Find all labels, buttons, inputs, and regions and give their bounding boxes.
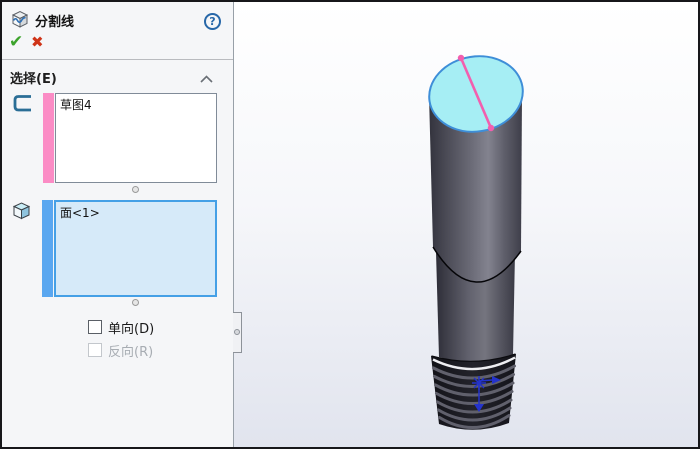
cube-face-icon (10, 199, 33, 222)
ok-button[interactable]: ✔ (9, 32, 23, 52)
sketch-selection-color-bar (43, 93, 54, 183)
chevron-up-icon[interactable] (200, 75, 213, 84)
single-direction-checkbox[interactable] (88, 320, 102, 334)
checkbox-label: 反向(R) (108, 341, 153, 360)
single-direction-option[interactable]: 单向(D) (88, 319, 154, 335)
graphics-viewport[interactable] (234, 2, 698, 447)
cancel-button[interactable]: ✖ (31, 33, 44, 51)
sketch-endpoint[interactable] (488, 125, 494, 131)
checkbox-label: 单向(D) (108, 318, 154, 337)
divider (2, 59, 233, 60)
face-selection-color-bar (42, 200, 53, 297)
splitter-dot-icon (234, 329, 240, 335)
listbox-resize-handle[interactable] (132, 186, 139, 193)
selection-section-label: 选择(E) (10, 68, 57, 87)
face-selection-listbox[interactable]: 面<1> (54, 200, 217, 297)
panel-splitter-handle[interactable] (233, 312, 242, 353)
sketch-endpoint[interactable] (458, 55, 464, 61)
list-item[interactable]: 面<1> (60, 204, 211, 221)
threaded-section[interactable] (431, 354, 516, 430)
page-title: 分割线 (35, 11, 74, 30)
help-icon[interactable]: ? (204, 13, 221, 30)
listbox-resize-handle[interactable] (132, 299, 139, 306)
property-manager-panel: 分割线 ? ✔ ✖ 选择(E) 草图4 面<1> (2, 2, 234, 447)
solidworks-split-line-dialog: 分割线 ? ✔ ✖ 选择(E) 草图4 面<1> (0, 0, 700, 449)
sketch-selection-listbox[interactable]: 草图4 (55, 93, 217, 183)
list-item[interactable]: 草图4 (60, 96, 212, 113)
reverse-direction-checkbox (88, 343, 102, 357)
reverse-direction-option: 反向(R) (88, 342, 153, 358)
open-contour-icon (11, 92, 33, 114)
split-line-icon (10, 9, 30, 29)
part-model[interactable] (234, 2, 698, 447)
